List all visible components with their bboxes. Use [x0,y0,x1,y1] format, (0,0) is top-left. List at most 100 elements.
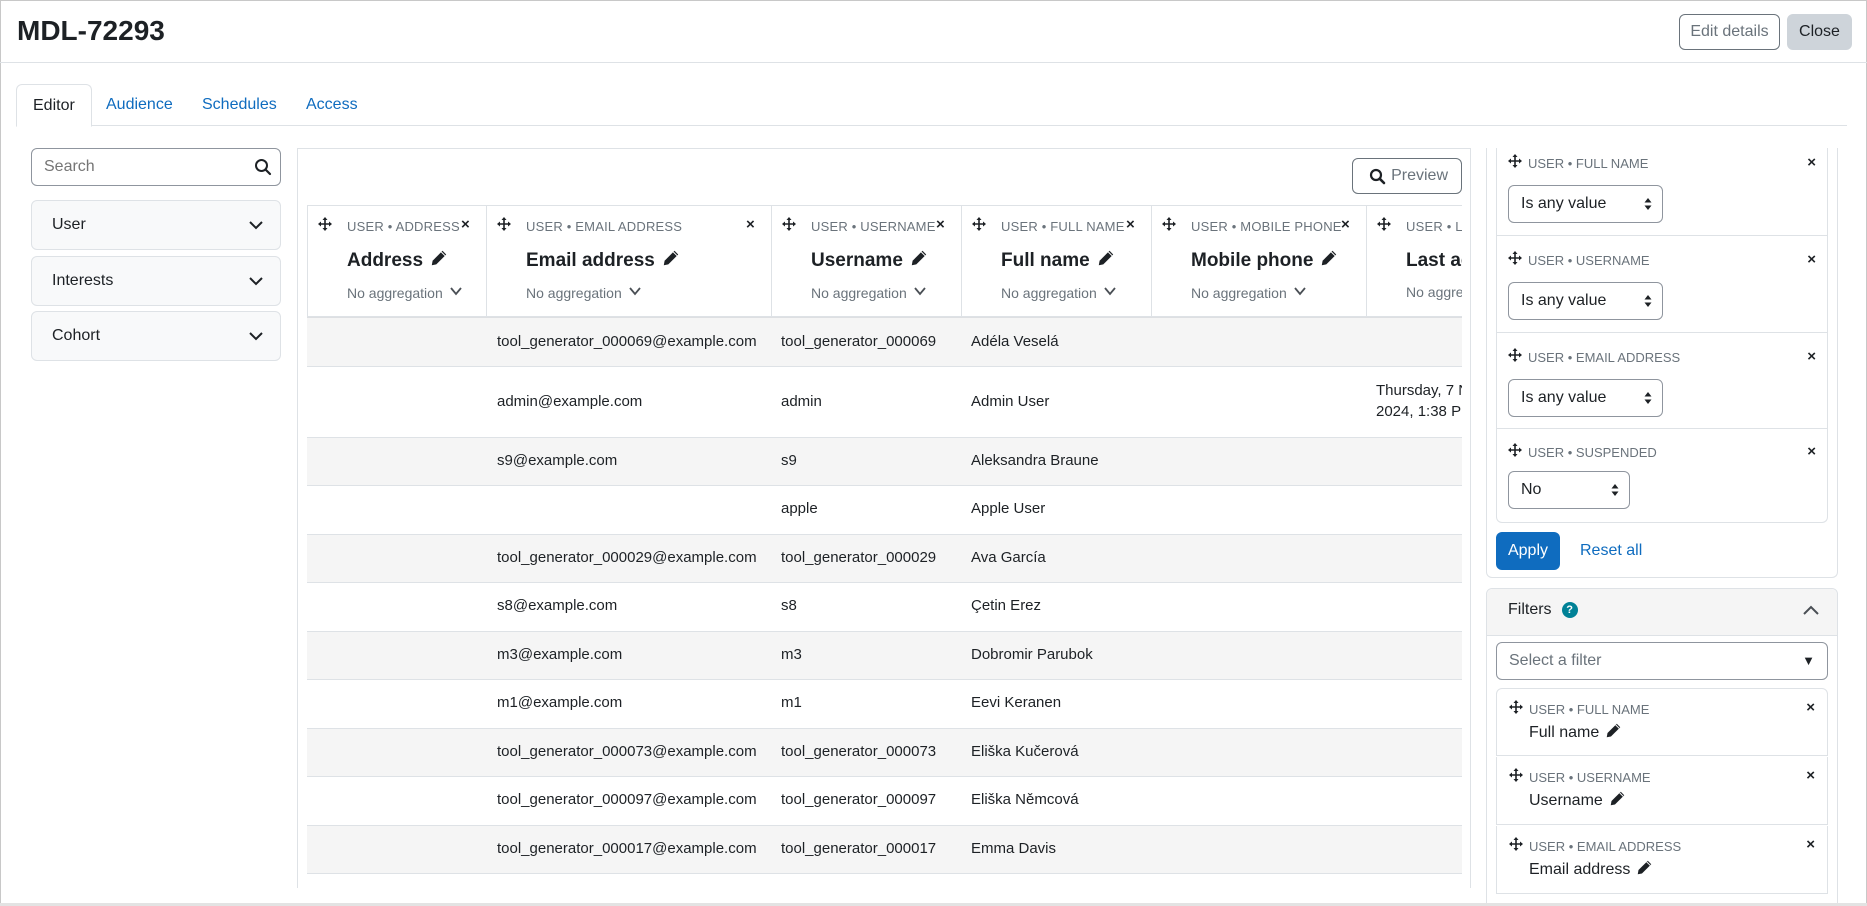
apply-button[interactable]: Apply [1496,532,1560,570]
aggregation-select[interactable]: No aggregation [1001,284,1117,301]
pencil-icon[interactable] [1637,860,1652,880]
move-icon[interactable] [972,217,986,235]
column-title: Mobile phone [1191,250,1337,272]
select-value: Is any value [1521,292,1607,309]
move-icon[interactable] [782,217,796,235]
close-button[interactable]: Close [1787,14,1852,50]
remove-condition-icon[interactable]: × [1807,443,1816,460]
edit-details-button[interactable]: Edit details [1679,14,1780,50]
table-row: tool_generator_000017@example.com tool_g… [307,826,1462,874]
remove-filter-icon[interactable]: × [1806,699,1815,716]
sidebar-item-cohort[interactable]: Cohort [31,311,281,361]
column-header-username: USER • USERNAME × Username No aggregatio… [771,205,961,317]
column-source: USER • EMAIL ADDRESS [526,219,683,234]
search-icon[interactable] [254,158,272,181]
cell-username: s8 [781,597,797,614]
move-icon[interactable] [1377,217,1391,235]
condition-operator-select[interactable]: Is any value [1508,282,1663,320]
aggregation-label: No aggregation [526,284,622,301]
move-icon[interactable] [1509,700,1523,718]
move-icon[interactable] [497,217,511,235]
move-icon[interactable] [1508,348,1522,366]
select-value: Is any value [1521,389,1607,406]
pencil-icon[interactable] [663,250,679,272]
aggregation-select[interactable]: No aggregation [1191,284,1307,301]
aggregation-select[interactable]: No aggreg [1406,284,1462,300]
remove-condition-icon[interactable]: × [1807,154,1816,171]
chevron-down-icon [913,284,927,301]
cell-fullname: Aleksandra Braune [971,452,1099,469]
pencil-icon[interactable] [1606,723,1621,743]
remove-filter-icon[interactable]: × [1806,836,1815,853]
search-input[interactable] [44,158,244,176]
cell-fullname: Çetin Erez [971,597,1042,614]
remove-column-icon[interactable]: × [461,216,470,233]
column-title: Full name [1001,250,1114,272]
filter-name: Username [1529,791,1625,811]
table-row: apple Apple User [307,486,1462,535]
tab-audience[interactable]: Audience [90,84,189,126]
aggregation-select[interactable]: No aggregation [526,284,642,301]
column-title-text: Full name [1001,250,1090,271]
pencil-icon[interactable] [1610,791,1625,811]
remove-column-icon[interactable]: × [746,216,755,233]
move-icon[interactable] [1508,154,1522,172]
aggregation-label: No aggreg [1406,284,1462,300]
condition-operator-select[interactable]: Is any value [1508,379,1663,417]
column-title-text: Username [811,250,903,271]
select-filter-dropdown[interactable]: Select a filter ▼ [1496,642,1828,680]
move-icon[interactable] [318,217,332,235]
condition-operator-select[interactable]: Is any value [1508,185,1663,223]
remove-condition-icon[interactable]: × [1807,348,1816,365]
help-icon[interactable]: ? [1561,602,1578,618]
search-field[interactable] [31,148,281,186]
cell-last-access-time: 2024, 1:38 P [1376,403,1462,420]
table-row: s9@example.com s9 Aleksandra Braune [307,438,1462,486]
cell-username: m3 [781,646,802,663]
caret-down-icon: ▼ [1802,653,1815,668]
remove-filter-icon[interactable]: × [1806,767,1815,784]
move-icon[interactable] [1508,251,1522,269]
tab-editor[interactable]: Editor [16,84,92,127]
tab-access[interactable]: Access [290,84,374,126]
chevron-down-icon [248,328,264,349]
chevron-up-icon[interactable] [1802,603,1820,621]
remove-column-icon[interactable]: × [1126,216,1135,233]
select-arrows-icon [1644,197,1652,216]
chevron-down-icon [1103,284,1117,301]
pencil-icon[interactable] [1321,250,1337,272]
cell-email: tool_generator_000073@example.com [497,743,757,760]
column-source: USER • MOBILE PHONE [1191,219,1342,234]
cell-last-access: Thursday, 7 N [1376,382,1462,399]
remove-column-icon[interactable]: × [936,216,945,233]
column-source: USER • LA [1406,219,1462,234]
condition-value-select[interactable]: No [1508,471,1630,509]
column-title-text: Mobile phone [1191,250,1314,271]
move-icon[interactable] [1509,837,1523,855]
condition-source: USER • FULL NAME [1528,156,1649,171]
aggregation-select[interactable]: No aggregation [811,284,927,301]
filter-source: USER • FULL NAME [1529,702,1650,717]
aggregation-select[interactable]: No aggregation [347,284,463,301]
cell-username: admin [781,393,822,410]
remove-condition-icon[interactable]: × [1807,251,1816,268]
reset-all-link[interactable]: Reset all [1580,542,1642,560]
filter-source: USER • EMAIL ADDRESS [1529,839,1682,854]
pencil-icon[interactable] [1098,250,1114,272]
filter-name-text: Full name [1529,724,1600,741]
tab-schedules[interactable]: Schedules [186,84,293,126]
pencil-icon[interactable] [911,250,927,272]
page-title: MDL-72293 [17,15,165,46]
remove-column-icon[interactable]: × [1341,216,1350,233]
preview-label: Preview [1391,167,1448,184]
preview-button[interactable]: Preview [1352,158,1462,194]
move-icon[interactable] [1509,768,1523,786]
sidebar-item-interests[interactable]: Interests [31,256,281,306]
move-icon[interactable] [1162,217,1176,235]
cell-email: s8@example.com [497,597,618,614]
move-icon[interactable] [1508,443,1522,461]
cell-fullname: Adéla Veselá [971,333,1059,350]
condition-suspended: USER • SUSPENDED × No [1496,429,1828,523]
sidebar-item-user[interactable]: User [31,200,281,250]
pencil-icon[interactable] [431,250,447,272]
